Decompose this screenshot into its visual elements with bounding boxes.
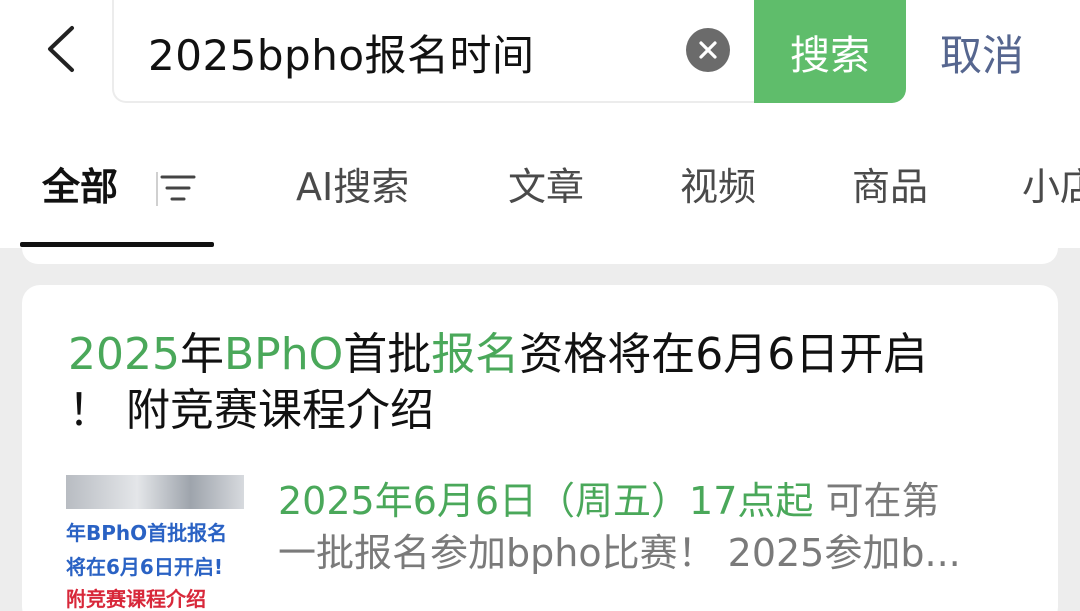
thumbnail-text-line: 年BPhO首批报名 <box>66 521 228 545</box>
tab-videos[interactable]: 视频 <box>680 156 756 211</box>
active-tab-indicator <box>20 242 214 247</box>
back-button[interactable] <box>36 24 86 74</box>
snippet-line2: 一批报名参加bpho比赛！ 2025参加b... <box>278 531 961 575</box>
tab-all[interactable]: 全部 <box>42 156 118 211</box>
title-keyword-highlight: 2025 <box>68 329 180 380</box>
search-result-card[interactable]: 2025年BPhO首批报名资格将在6月6日开启 ！ 附竞赛课程介绍 年BPhO首… <box>22 285 1058 611</box>
thumbnail-photo-strip <box>66 475 244 509</box>
filter-icon <box>160 175 196 201</box>
search-button[interactable]: 搜索 <box>754 0 906 103</box>
tab-products[interactable]: 商品 <box>852 156 928 211</box>
title-text: 资格将在6月6日开启 <box>519 329 928 380</box>
result-thumbnail[interactable]: 年BPhO首批报名 将在6月6日开启! 附竞赛课程介绍 <box>66 475 244 611</box>
cancel-button[interactable]: 取消 <box>940 22 1024 83</box>
thumbnail-text-line: 附竞赛课程介绍 <box>66 587 206 611</box>
title-keyword-highlight: 报名 <box>431 329 520 380</box>
result-snippet: 2025年6月6日（周五）17点起 可在第 一批报名参加bpho比赛！ 2025… <box>278 475 998 579</box>
thumbnail-text-line: 将在6月6日开启! <box>66 555 223 579</box>
title-keyword-highlight: BPhO <box>223 329 344 380</box>
tab-articles[interactable]: 文章 <box>508 156 584 211</box>
result-title[interactable]: 2025年BPhO首批报名资格将在6月6日开启 ！ 附竞赛课程介绍 <box>68 327 1008 439</box>
snippet-line1: 2025年6月6日（周五）17点起 可在第 <box>278 475 998 527</box>
search-header: 2025bpho报名时间 搜索 取消 <box>0 0 1080 130</box>
title-text: 年 <box>179 329 224 380</box>
search-input-value[interactable]: 2025bpho报名时间 <box>148 22 535 83</box>
filter-button[interactable] <box>158 168 198 208</box>
result-title-line2: ！ 附竞赛课程介绍 <box>68 385 434 436</box>
tab-ai-search[interactable]: AI搜索 <box>296 156 409 211</box>
snippet-text: 可在第 <box>813 479 940 523</box>
result-title-line1: 2025年BPhO首批报名资格将在6月6日开启 <box>68 329 927 380</box>
title-text: 首批 <box>343 329 432 380</box>
chevron-left-icon <box>48 26 74 72</box>
close-icon <box>699 41 717 59</box>
snippet-highlight: 2025年6月6日（周五）17点起 <box>278 479 814 523</box>
clear-search-button[interactable] <box>686 28 730 72</box>
category-tabs: 全部 AI搜索 文章 视频 商品 小店 <box>0 130 1080 248</box>
search-input[interactable]: 2025bpho报名时间 <box>112 0 754 103</box>
previous-result-card <box>22 248 1058 264</box>
tab-shops[interactable]: 小店 <box>1022 156 1080 211</box>
